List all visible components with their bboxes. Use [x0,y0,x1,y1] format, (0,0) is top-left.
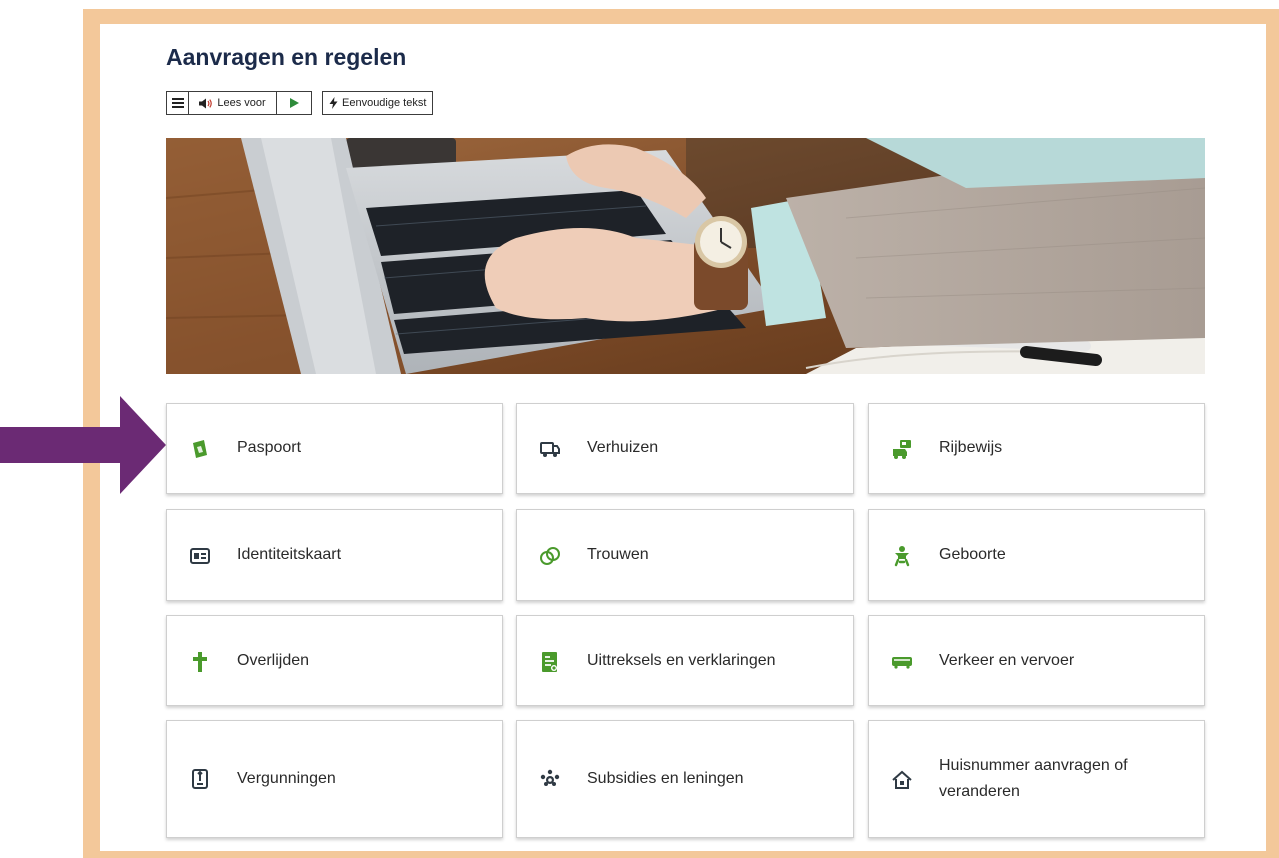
speaker-icon [199,98,213,108]
passport-icon [193,440,207,458]
lightning-icon [329,97,338,109]
tile-label: Rijbewijs [939,439,1003,456]
moving-truck-icon [540,442,560,457]
tile-paspoort[interactable]: Paspoort [166,403,503,494]
tile-label: Overlijden [237,652,310,669]
readspeaker-group: Lees voor [166,91,312,115]
tile-subsidies[interactable]: Subsidies en leningen [516,720,854,838]
read-aloud-label: Lees voor [217,97,266,109]
tile-identiteitskaart[interactable]: Identiteitskaart [166,509,503,601]
id-card-icon [190,548,210,564]
simple-text-label: Eenvoudige tekst [342,97,427,109]
tile-geboorte[interactable]: Geboorte [868,509,1205,601]
cross-icon [193,652,207,672]
pointer-arrow [0,396,166,494]
tile-huisnummer[interactable]: Huisnummer aanvragen of veranderen [868,720,1205,838]
tile-label: Huisnummer aanvragen of veranderen [939,757,1128,800]
subsidy-icon [540,769,560,786]
bus-icon [892,657,912,669]
tile-label: Geboorte [939,546,1006,563]
tile-label: Subsidies en leningen [587,770,744,787]
hero-image [166,138,1205,374]
hamburger-icon [171,98,184,108]
tile-label: Vergunningen [237,770,336,787]
read-aloud-button[interactable]: Lees voor [189,92,277,114]
permit-icon [192,769,208,789]
tile-overlijden[interactable]: Overlijden [166,615,503,706]
tile-label: Trouwen [587,546,649,563]
tile-label: Verhuizen [587,439,659,456]
simple-text-button[interactable]: Eenvoudige tekst [322,91,434,115]
play-icon [289,98,299,108]
laptop-typing-photo [166,138,1205,374]
baby-icon [894,546,910,567]
tile-vergunningen[interactable]: Vergunningen [166,720,503,838]
house-icon [892,770,912,789]
tile-trouwen[interactable]: Trouwen [516,509,854,601]
tile-label: Identiteitskaart [237,546,342,563]
tile-verhuizen[interactable]: Verhuizen [516,403,854,494]
play-button[interactable] [277,92,311,114]
tile-label: Uittreksels en verklaringen [587,652,776,669]
document-icon [542,652,557,672]
menu-button[interactable] [167,92,189,114]
page-title: Aanvragen en regelen [166,44,407,70]
drivers-license-icon [893,440,911,459]
tile-label: Paspoort [237,439,302,456]
readspeaker-toolbar: Lees voor Eenvoudige tekst [166,91,434,115]
rings-icon [540,547,560,565]
tile-label: Verkeer en vervoer [939,652,1075,669]
tile-uittreksels[interactable]: Uittreksels en verklaringen [516,615,854,706]
tile-rijbewijs[interactable]: Rijbewijs [868,403,1205,494]
tile-verkeer[interactable]: Verkeer en vervoer [868,615,1205,706]
